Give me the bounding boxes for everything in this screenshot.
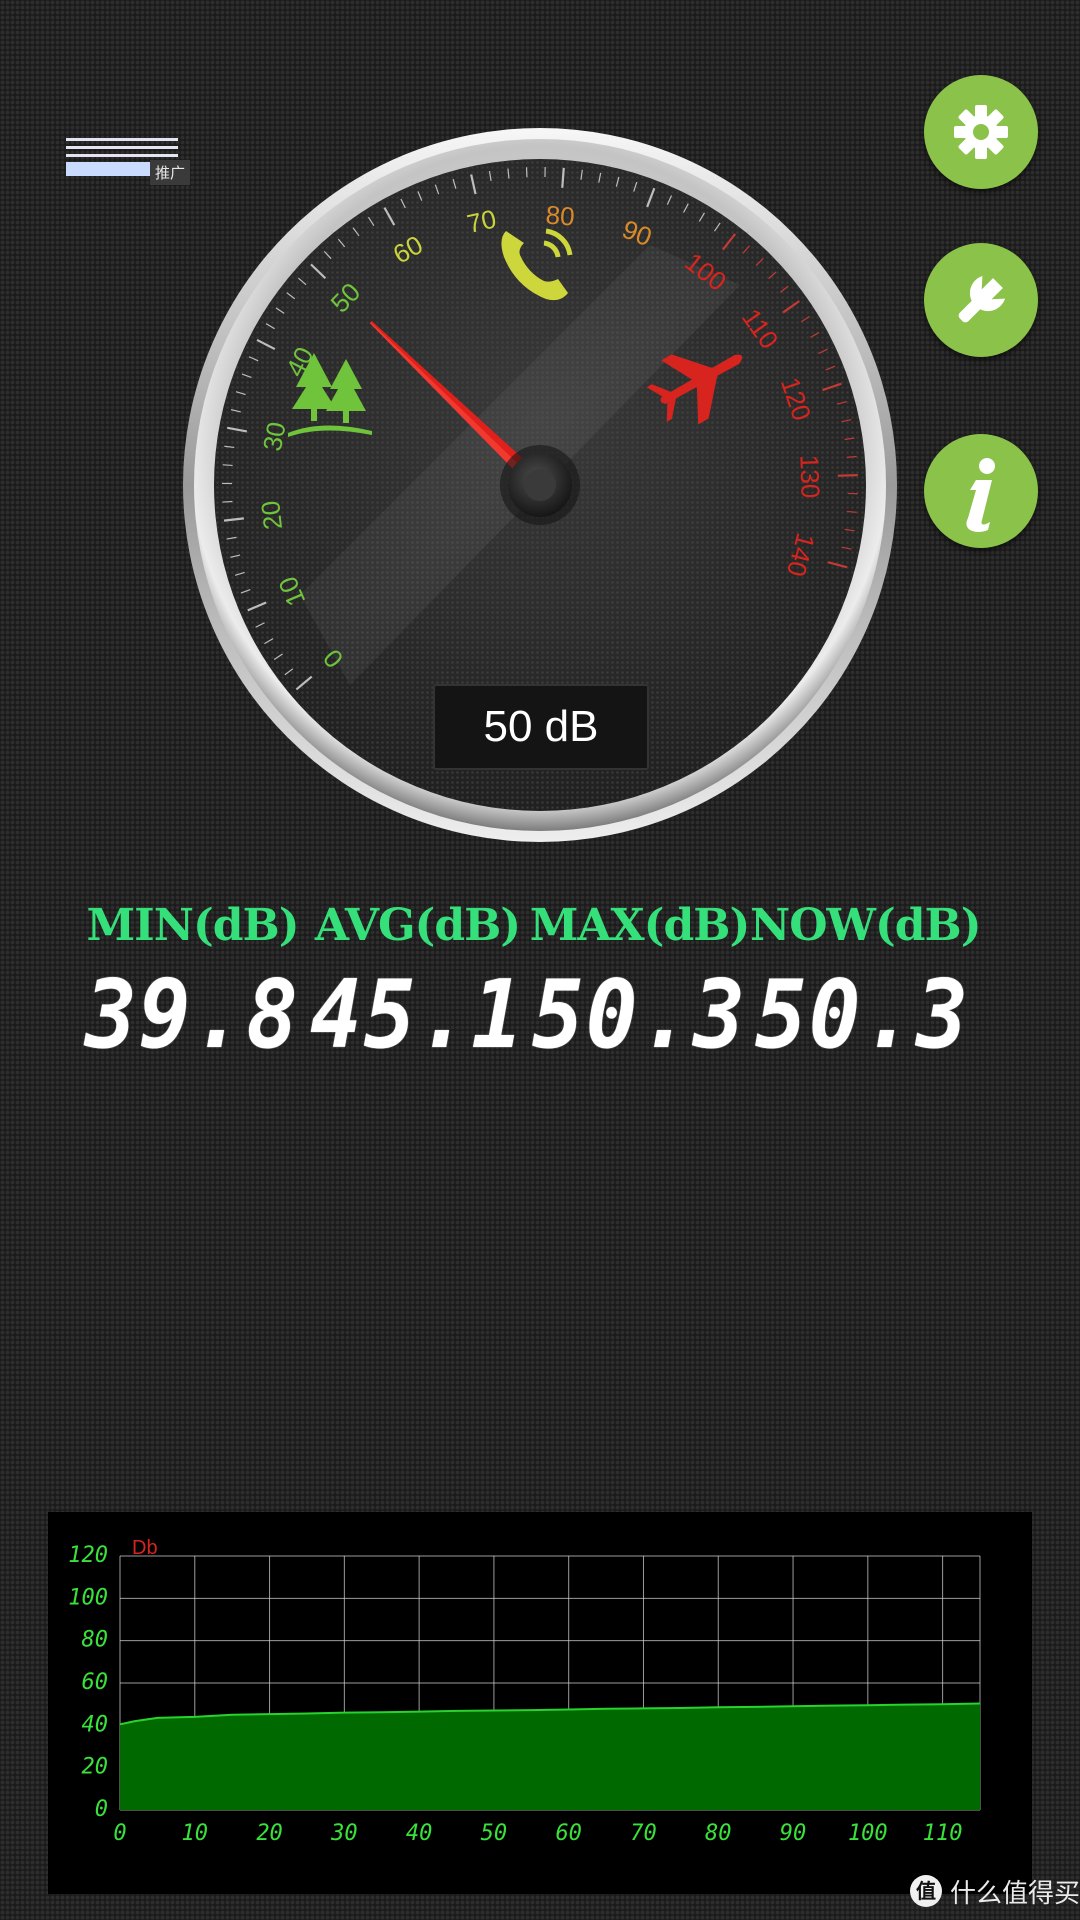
gauge-scale-label: 130 [794, 454, 825, 498]
y-tick-label: 100 [68, 1585, 108, 1610]
y-tick-label: 20 [82, 1755, 109, 1780]
history-chart-plot: 0 20 40 60 80 100 120 0 10 20 30 40 50 60 70 80 90 100 11… [68, 1537, 981, 1846]
x-tick-label: 20 [256, 1821, 283, 1846]
y-tick-label: 40 [82, 1712, 109, 1737]
gauge-scale-label: 30 [257, 420, 292, 454]
x-tick-label: 80 [705, 1821, 732, 1846]
gauge-tick [561, 167, 565, 188]
y-tick-label: 60 [82, 1670, 109, 1695]
x-tick-label: 90 [780, 1821, 807, 1846]
db-readout: 50 dB [433, 684, 649, 770]
y-tick-label: 120 [68, 1543, 108, 1568]
tools-button[interactable] [924, 243, 1038, 357]
x-tick-label: 110 [923, 1821, 963, 1846]
y-tick-label: 80 [82, 1628, 109, 1653]
stat-value: 50.3 [754, 960, 971, 1070]
stat-label: NOW(dB) [750, 900, 982, 951]
y-axis-label: Db [132, 1537, 158, 1559]
stat-value: 50.3 [531, 960, 748, 1070]
gauge-scale-label: 80 [545, 200, 576, 232]
x-tick-label: 70 [630, 1821, 657, 1846]
watermark-logo: 值 [910, 1875, 942, 1907]
x-tick-label: 0 [113, 1821, 126, 1846]
ad-badge[interactable]: 推广 [66, 132, 192, 188]
db-readout-text: 50 dB [484, 702, 599, 751]
x-tick-label: 10 [182, 1821, 209, 1846]
history-area [120, 1703, 980, 1810]
gauge-tick [222, 500, 233, 503]
x-tick-label: 100 [848, 1821, 888, 1846]
wrench-icon [958, 275, 1006, 323]
info-icon [966, 458, 995, 532]
watermark-text: 什么值得买 [950, 1878, 1080, 1909]
settings-button[interactable] [924, 75, 1038, 189]
stat-value: 39.8 [84, 960, 301, 1070]
y-axis-ticks: 0 20 40 60 80 100 120 [68, 1543, 108, 1822]
info-button[interactable] [924, 434, 1038, 548]
history-chart: 0 20 40 60 80 100 120 0 10 20 30 40 50 60 70 80 90 100 11… [48, 1512, 1032, 1894]
y-tick-label: 0 [95, 1797, 108, 1822]
stat-avg: AVG(dB) 45.1 [305, 900, 530, 1070]
x-tick-label: 30 [330, 1821, 358, 1846]
stat-max: MAX(dB) 50.3 [527, 900, 752, 1070]
gauge-tick [837, 473, 858, 477]
gear-icon [954, 105, 1008, 159]
stat-label: MIN(dB) [86, 900, 299, 951]
gauge-tick [846, 510, 857, 513]
stat-value: 45.1 [309, 960, 526, 1070]
stat-now: NOW(dB) 50.3 [750, 900, 982, 1070]
stat-label: AVG(dB) [314, 900, 521, 951]
x-tick-label: 60 [555, 1821, 582, 1846]
x-tick-label: 50 [481, 1821, 508, 1846]
gauge-tick [222, 464, 233, 467]
watermark: 值 什么值得买 [910, 1873, 1080, 1909]
gauge-scale-label: 20 [255, 499, 288, 531]
x-tick-label: 40 [406, 1821, 433, 1846]
stat-min: MIN(dB) 39.8 [80, 900, 305, 1070]
stat-label: MAX(dB) [529, 900, 751, 951]
x-axis-ticks: 0 10 20 30 40 50 60 70 80 90 100 110 [113, 1821, 962, 1846]
sound-level-gauge: 010203040506070 80 90100110120130140 50 dB [183, 128, 897, 842]
